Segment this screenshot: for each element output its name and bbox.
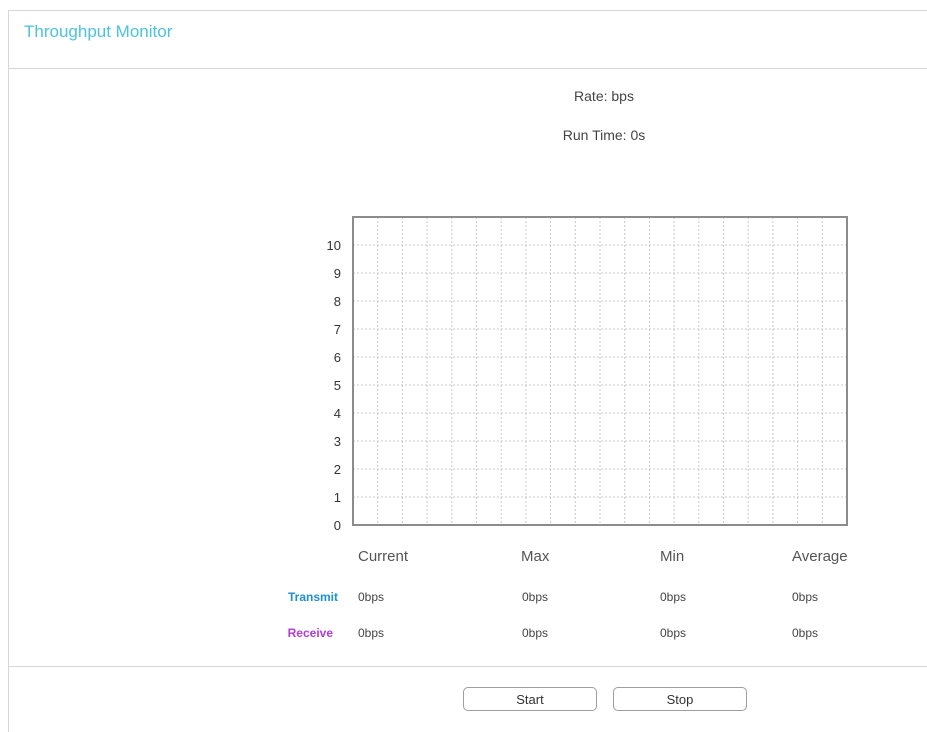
y-tick-label: 8 [334,294,341,309]
stats-header-max: Max [521,548,550,565]
y-tick-label: 2 [334,462,341,477]
footer-divider [9,666,927,667]
y-tick-label: 4 [334,406,341,421]
stats-header-current: Current [358,548,409,565]
receive-current: 0bps [358,626,385,640]
y-tick-label: 10 [327,238,341,253]
y-tick-label: 6 [334,350,341,365]
receive-label: Receive [287,626,333,640]
page-title: Throughput Monitor [24,22,173,41]
transmit-max: 0bps [522,590,549,604]
y-tick-label: 7 [334,322,341,337]
start-button[interactable]: Start [463,687,597,711]
receive-min: 0bps [660,626,687,640]
run-time-readout: Run Time: 0s [562,127,646,143]
receive-max: 0bps [522,626,549,640]
y-tick-label: 0 [334,518,341,533]
y-tick-label: 3 [334,434,341,449]
receive-average: 0bps [792,626,819,640]
stats-header-min: Min [660,548,685,565]
throughput-chart-svg: 0 1 2 3 4 5 6 7 8 9 10 [327,216,848,533]
transmit-label: Transmit [287,590,338,604]
y-tick-label: 5 [334,378,341,393]
header-divider [9,68,927,69]
stats-header-average: Average [792,548,848,565]
throughput-chart: 0 1 2 3 4 5 6 7 8 9 10 [300,206,860,536]
rate-readout: Rate: bps [574,88,634,104]
y-tick-label: 1 [334,490,341,505]
stop-button[interactable]: Stop [613,687,747,711]
transmit-average: 0bps [792,590,819,604]
transmit-current: 0bps [358,590,385,604]
transmit-min: 0bps [660,590,687,604]
y-tick-label: 9 [334,266,341,281]
